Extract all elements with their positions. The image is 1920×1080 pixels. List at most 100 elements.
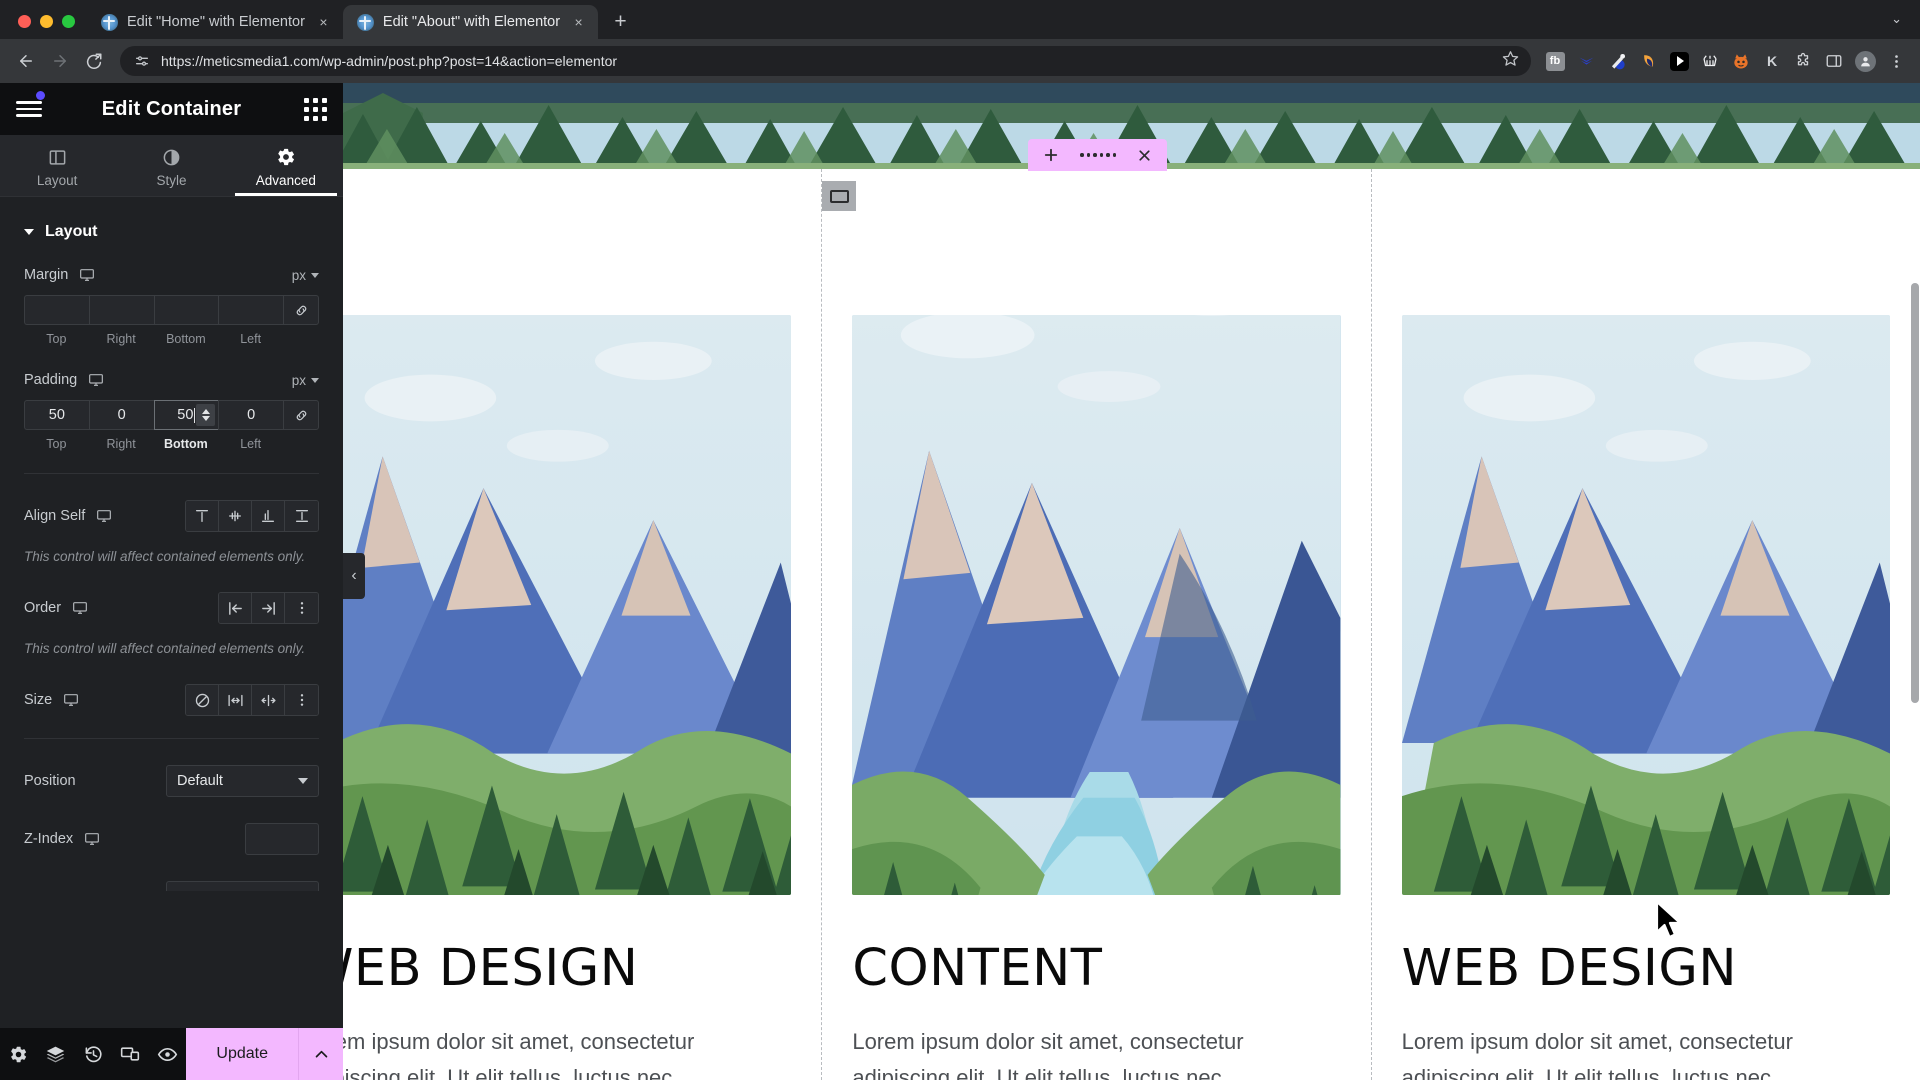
column-1-body[interactable]: Lorem ipsum dolor sit amet, consectetur …: [343, 1024, 791, 1080]
add-section-button[interactable]: [1042, 146, 1060, 164]
honey-extension-icon[interactable]: [1696, 47, 1724, 75]
column-3-heading[interactable]: WEB DESIGN: [1402, 939, 1890, 998]
close-window-button[interactable]: [18, 15, 31, 28]
container-handle-icon[interactable]: [822, 181, 857, 211]
delete-section-button[interactable]: [1136, 147, 1153, 164]
editor-canvas[interactable]: WEB DESIGN Lorem ipsum dolor sit amet, c…: [343, 83, 1920, 1080]
desktop-device-icon[interactable]: [88, 372, 104, 388]
order-custom-button[interactable]: [285, 593, 318, 624]
tab-label: Style: [156, 173, 187, 188]
panel-content[interactable]: Layout Margin px Top Right Bottom Left P…: [0, 197, 343, 1028]
update-button[interactable]: Update: [186, 1028, 298, 1080]
colorzilla-extension-icon[interactable]: [1603, 47, 1631, 75]
container-column-2[interactable]: CONTENT Lorem ipsum dolor sit amet, cons…: [821, 169, 1372, 1080]
profile-avatar[interactable]: [1851, 47, 1879, 75]
tab-style[interactable]: Style: [114, 135, 228, 196]
keeper-extension-icon[interactable]: K: [1758, 47, 1786, 75]
column-1-image[interactable]: [343, 315, 792, 895]
drag-handle-icon[interactable]: [1080, 153, 1116, 157]
desktop-device-icon[interactable]: [63, 692, 79, 708]
column-3-image[interactable]: [1401, 315, 1890, 895]
desktop-device-icon[interactable]: [96, 508, 112, 524]
minimize-window-button[interactable]: [40, 15, 53, 28]
back-button[interactable]: [10, 45, 42, 77]
column-1-heading[interactable]: WEB DESIGN: [343, 939, 791, 998]
align-self-start-button[interactable]: [186, 501, 219, 531]
settings-icon[interactable]: [0, 1045, 37, 1064]
extensions-puzzle-icon[interactable]: [1789, 47, 1817, 75]
tab-close-icon[interactable]: ×: [569, 13, 588, 32]
site-settings-icon[interactable]: [134, 53, 150, 69]
desktop-device-icon[interactable]: [84, 831, 100, 847]
next-control-partial[interactable]: [166, 881, 319, 892]
browser-tab-home[interactable]: Edit "Home" with Elementor ×: [87, 5, 343, 39]
navigator-icon[interactable]: [37, 1044, 74, 1065]
column-2-heading[interactable]: CONTENT: [852, 939, 1340, 998]
desktop-device-icon[interactable]: [72, 600, 88, 616]
order-start-button[interactable]: [219, 593, 252, 624]
wappalyzer-extension-icon[interactable]: [1727, 47, 1755, 75]
preview-icon[interactable]: [149, 1044, 186, 1065]
responsive-mode-icon[interactable]: [112, 1044, 149, 1064]
zindex-input[interactable]: [245, 823, 319, 856]
new-tab-button[interactable]: +: [605, 6, 636, 37]
padding-top-input[interactable]: 50: [24, 400, 89, 430]
control-align-self: Align Self This control will affect cont…: [24, 474, 319, 566]
margin-link-values-button[interactable]: [283, 295, 319, 325]
column-2-body[interactable]: Lorem ipsum dolor sit amet, consectetur …: [852, 1024, 1340, 1080]
size-shrink-button[interactable]: [252, 685, 285, 716]
container-column-3[interactable]: WEB DESIGN Lorem ipsum dolor sit amet, c…: [1372, 169, 1920, 1080]
bookmark-star-icon[interactable]: [1502, 50, 1519, 72]
address-bar[interactable]: https://meticsmedia1.com/wp-admin/post.p…: [120, 46, 1531, 76]
tab-close-icon[interactable]: ×: [314, 13, 333, 32]
position-select[interactable]: Default: [166, 765, 319, 798]
margin-bottom-input[interactable]: [153, 295, 219, 325]
grammarly-extension-icon[interactable]: [1572, 47, 1600, 75]
panel-collapse-button[interactable]: ‹: [343, 553, 365, 599]
tab-advanced[interactable]: Advanced: [229, 135, 343, 196]
padding-unit-selector[interactable]: px: [292, 373, 319, 388]
forward-button[interactable]: [44, 45, 76, 77]
browser-menu-button[interactable]: [1882, 47, 1910, 75]
align-self-center-button[interactable]: [219, 501, 252, 531]
align-self-stretch-button[interactable]: [285, 501, 318, 531]
maximize-window-button[interactable]: [62, 15, 75, 28]
widgets-grid-icon[interactable]: [304, 97, 327, 121]
reload-button[interactable]: [78, 45, 110, 77]
loom-extension-icon[interactable]: [1634, 47, 1662, 75]
margin-label: Margin: [24, 267, 69, 283]
history-icon[interactable]: [75, 1045, 112, 1064]
update-options-chevron-up-icon[interactable]: [298, 1028, 343, 1080]
margin-top-input[interactable]: [24, 295, 89, 325]
padding-left-input[interactable]: 0: [218, 400, 283, 430]
padding-bottom-stepper[interactable]: [196, 404, 216, 426]
size-custom-button[interactable]: [285, 685, 318, 716]
column-3-body[interactable]: Lorem ipsum dolor sit amet, consectetur …: [1402, 1024, 1890, 1080]
padding-inputs: 50 Top 0 Right 50 Bottom 0 Left: [24, 400, 319, 451]
canvas-scrollbar[interactable]: [1911, 283, 1919, 703]
hamburger-menu-icon[interactable]: [16, 99, 42, 119]
tab-search-chevron-down-icon[interactable]: ⌄: [1891, 11, 1920, 39]
container-column-1[interactable]: WEB DESIGN Lorem ipsum dolor sit amet, c…: [343, 169, 821, 1080]
video-downloader-extension-icon[interactable]: [1665, 47, 1693, 75]
size-none-button[interactable]: [186, 685, 219, 716]
padding-right-input[interactable]: 0: [88, 400, 154, 430]
align-self-label: Align Self: [24, 508, 86, 524]
order-end-button[interactable]: [252, 593, 285, 624]
split-view-icon[interactable]: [1820, 47, 1848, 75]
desktop-device-icon[interactable]: [79, 267, 95, 283]
padding-bottom-label: Bottom: [164, 437, 208, 451]
margin-left-input[interactable]: [218, 295, 283, 325]
size-grow-button[interactable]: [219, 685, 252, 716]
browser-tab-about[interactable]: Edit "About" with Elementor ×: [342, 5, 599, 39]
section-layout-header[interactable]: Layout: [24, 197, 319, 241]
column-2-image[interactable]: [852, 315, 1341, 895]
padding-link-values-button[interactable]: [283, 400, 319, 430]
margin-unit-selector[interactable]: px: [292, 268, 319, 283]
margin-right-input[interactable]: [88, 295, 154, 325]
align-self-end-button[interactable]: [252, 501, 285, 531]
tab-layout[interactable]: Layout: [0, 135, 114, 196]
padding-top-cell: 50 Top: [24, 400, 89, 451]
padding-bottom-input[interactable]: 50: [153, 400, 219, 430]
facebook-pixel-helper-extension-icon[interactable]: fb: [1541, 47, 1569, 75]
